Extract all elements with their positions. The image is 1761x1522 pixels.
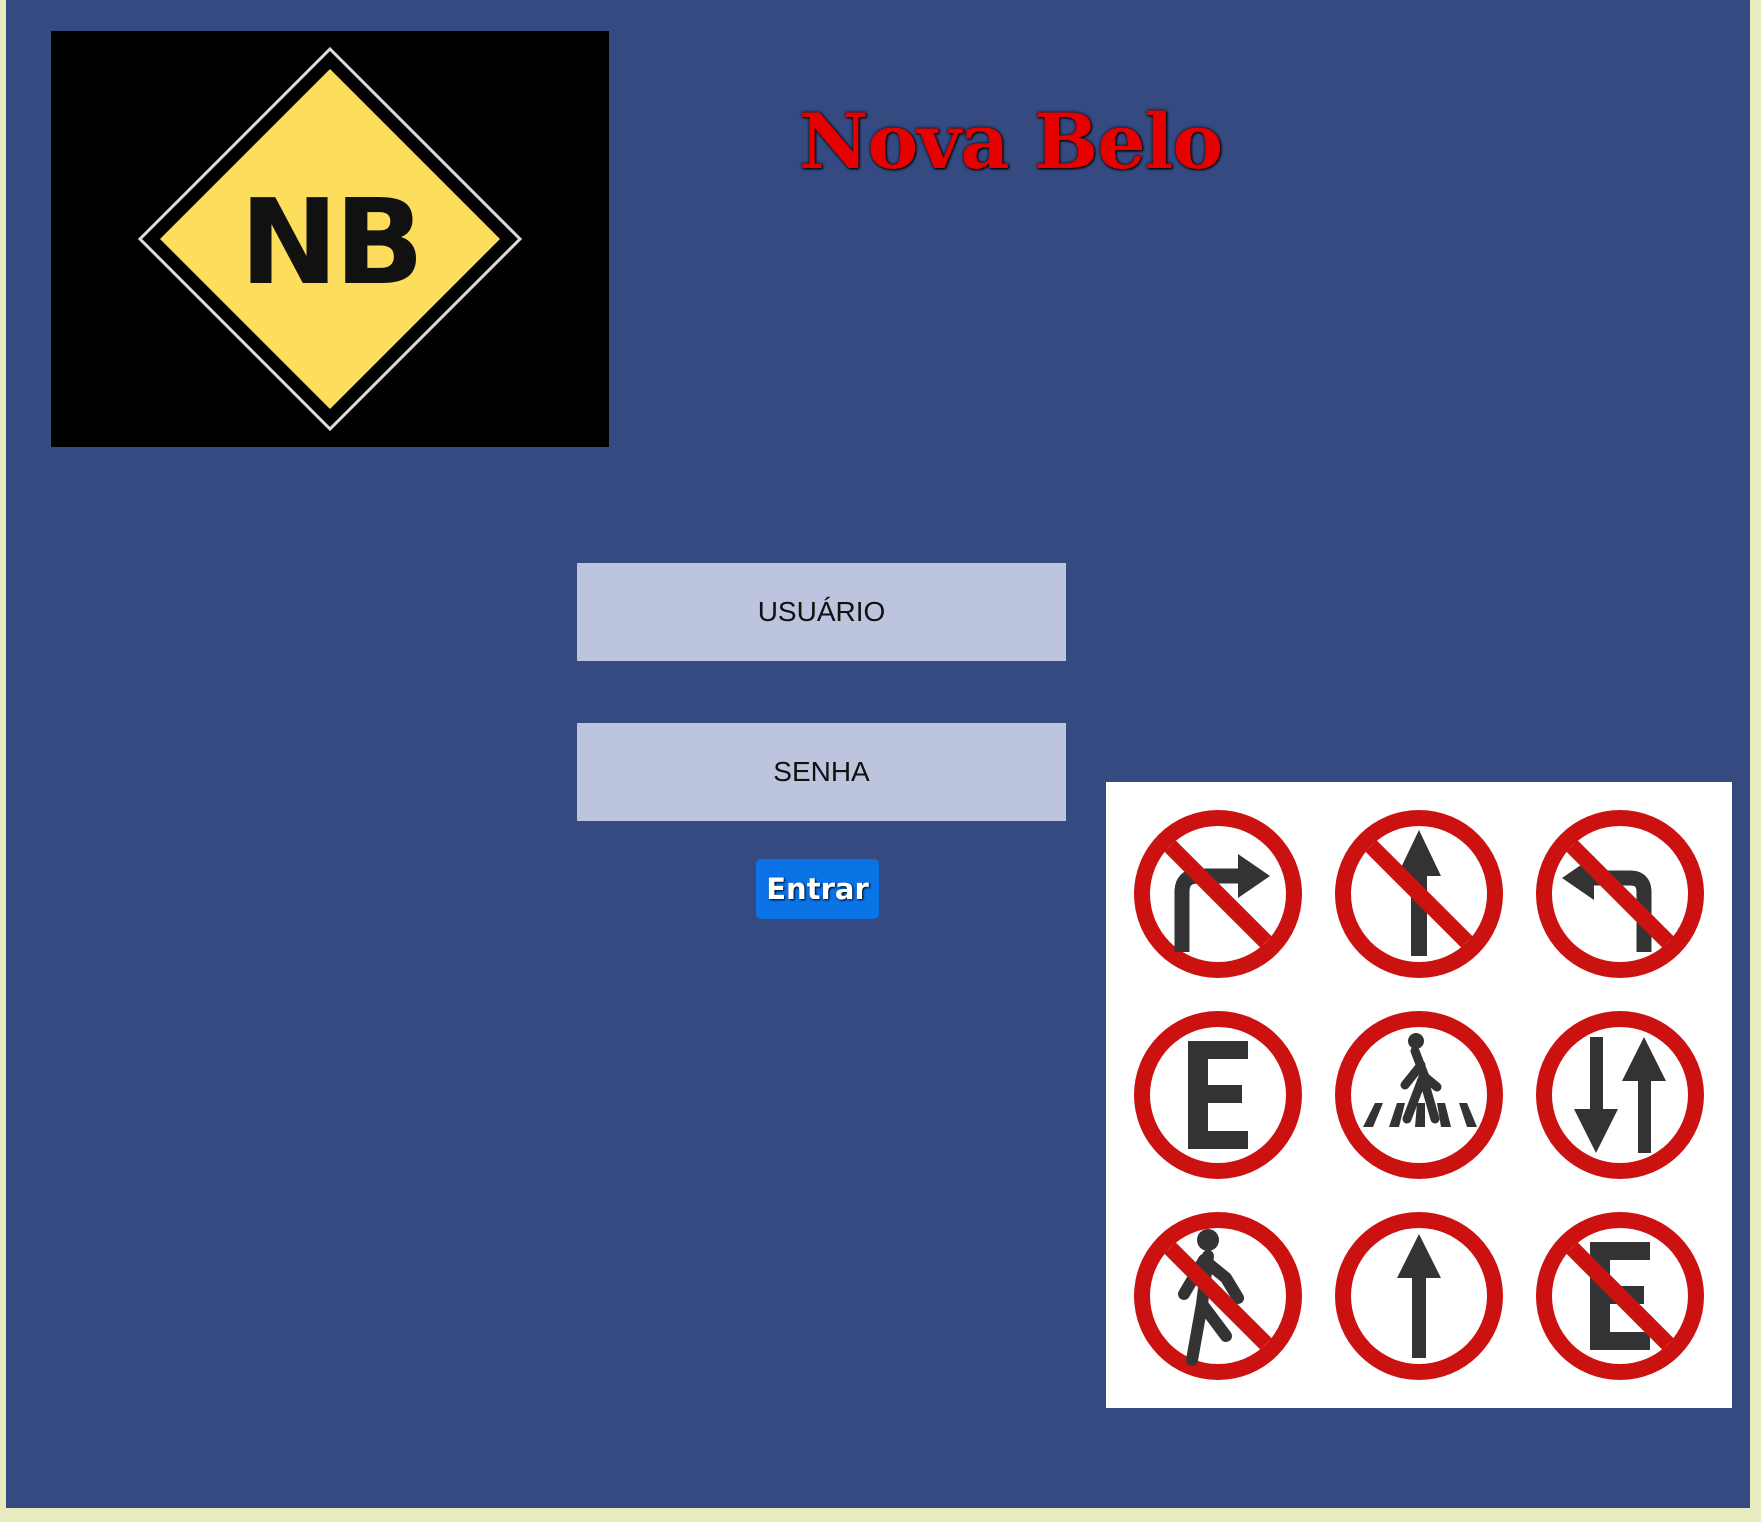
diamond-road-sign-icon: NB	[137, 46, 523, 432]
nb-logo: NB	[51, 31, 609, 447]
login-button[interactable]: Entrar	[756, 859, 879, 919]
no-straight-ahead-sign-icon	[1335, 810, 1503, 978]
no-pedestrians-sign-icon	[1134, 1212, 1302, 1380]
parking-sign-icon	[1134, 1011, 1302, 1179]
no-right-turn-sign-icon	[1134, 810, 1302, 978]
username-input[interactable]	[577, 563, 1066, 661]
two-way-traffic-sign-icon	[1536, 1011, 1704, 1179]
password-input[interactable]	[577, 723, 1066, 821]
straight-ahead-only-sign-icon	[1335, 1212, 1503, 1380]
traffic-signs-image	[1106, 782, 1732, 1408]
main-panel: NB Nova Belo Entrar	[6, 0, 1750, 1508]
no-parking-sign-icon	[1536, 1212, 1704, 1380]
no-left-turn-sign-icon	[1536, 810, 1704, 978]
app-title: Nova Belo	[799, 97, 1223, 186]
pedestrian-crossing-sign-icon	[1335, 1011, 1503, 1179]
logo-text: NB	[240, 173, 421, 311]
